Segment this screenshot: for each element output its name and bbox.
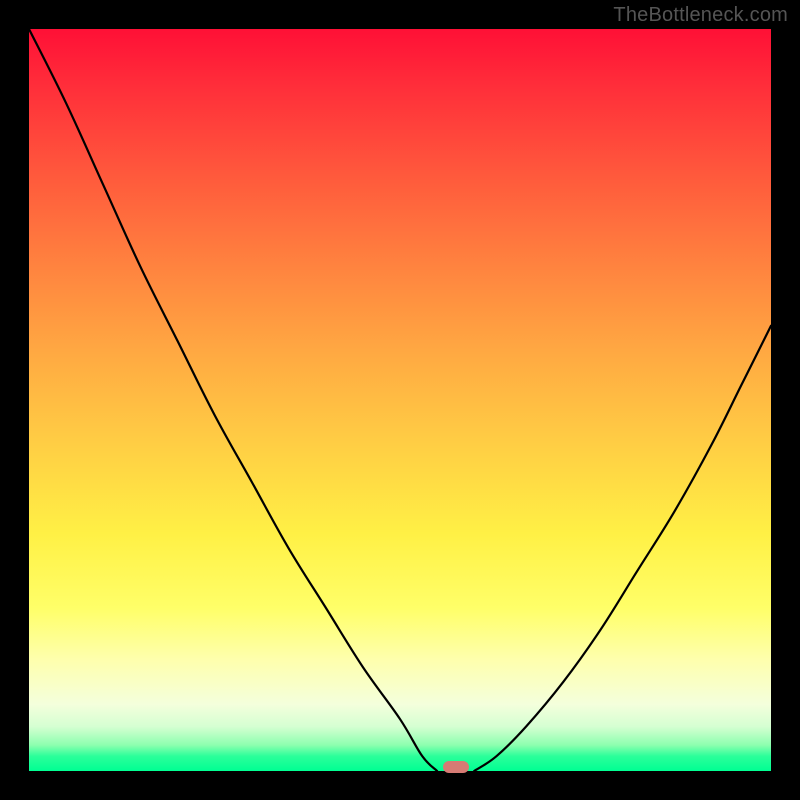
plot-area: [29, 29, 771, 771]
chart-container: TheBottleneck.com: [0, 0, 800, 800]
bottleneck-curve: [29, 29, 771, 771]
optimal-marker: [443, 761, 469, 773]
curve-right-branch: [474, 326, 771, 771]
watermark-text: TheBottleneck.com: [613, 4, 788, 27]
curve-left-branch: [29, 29, 437, 771]
